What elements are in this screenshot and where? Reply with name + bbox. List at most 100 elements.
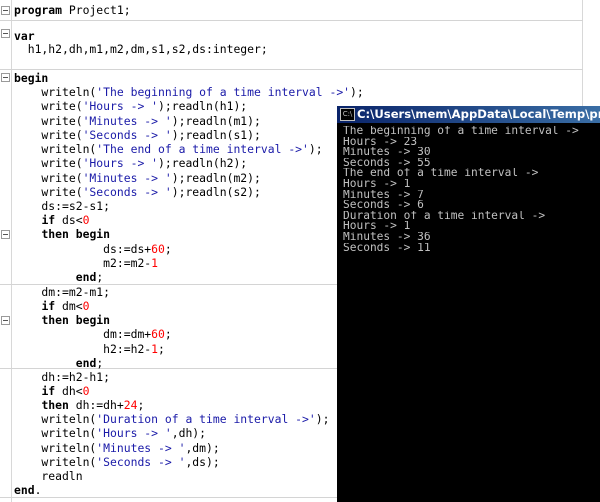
code-token: 60 [151,242,165,256]
code-token: h2:=h2- [14,342,152,356]
code-line: program Project1; [14,4,131,18]
code-token: 'The end of a time interval ->' [96,142,309,156]
code-token: ; [96,356,104,370]
code-line: write('Hours -> ');readln(h2); [14,157,247,171]
code-token: 'Hours -> ' [82,99,159,113]
block-separator [0,20,583,21]
code-token: ); [308,142,323,156]
code-line: then begin [14,314,110,328]
code-token: 0 [82,299,90,313]
console-output-line: The beginning of a time interval -> [343,126,579,137]
code-token: readln [14,469,83,483]
fold-toggle-icon[interactable] [1,230,10,239]
code-token: );readln(h1); [158,99,248,113]
code-token: ds:=s2-s1; [14,199,111,213]
code-line: writeln('The beginning of a time interva… [14,85,364,100]
code-line: writeln('The end of a time interval ->')… [14,142,323,157]
code-token: ,ds); [185,455,220,469]
code-token: write( [14,128,83,142]
code-token: dh:=h2-h1; [14,370,111,384]
code-token: ; [164,327,172,341]
code-line: begin [14,72,48,86]
fold-toggle-icon[interactable] [1,29,10,38]
code-token: writeln( [14,412,97,426]
code-token: );readln(s1); [171,128,261,142]
code-line: write('Minutes -> ');readln(m1); [14,114,261,129]
code-token: ; [164,242,172,256]
code-line: writeln('Seconds -> ',ds); [14,455,220,470]
code-token: );readln(m1); [171,114,261,128]
code-token: if [41,299,56,313]
code-line: write('Seconds -> ');readln(s2); [14,185,261,200]
fold-toggle-icon[interactable] [1,316,10,325]
code-token: dm< [55,299,83,313]
code-token: var [14,29,35,43]
code-token: ds:=ds+ [14,242,152,256]
block-separator [0,69,583,70]
code-token: write( [14,156,83,170]
code-line: write('Minutes -> ');readln(m2); [14,171,260,186]
code-token: write( [14,99,83,113]
console-output-line: Minutes -> 7 [343,189,424,201]
code-line: writeln('Duration of a time interval ->'… [14,413,329,427]
console-output-line: Seconds -> 11 [343,242,431,254]
code-line: if dh<0 [14,385,89,399]
code-token: writeln( [14,85,97,99]
code-token: 'Minutes -> ' [96,441,186,455]
code-token: dm:=dm+ [14,327,152,341]
code-token: writeln( [14,426,97,440]
code-token: 'Duration of a time interval ->' [96,412,316,426]
code-token: );readln(h2); [158,156,248,170]
console-output-line: The end of a time interval -> [343,168,539,180]
code-token: 'Hours -> ' [82,156,159,170]
code-token: then begin [41,227,111,241]
console-output-line: Hours -> 23 [343,136,418,148]
code-line: then dh:=dh+24; [14,399,144,413]
code-token: m2:=m2- [14,256,152,270]
code-token: 'Minutes -> ' [82,114,172,128]
code-token: program [14,3,69,17]
code-token: 'Minutes -> ' [82,171,172,185]
code-token: 1 [151,256,159,270]
console-output-line: Hours -> 1 [343,179,411,190]
console-app-icon: C:\ [340,108,355,121]
console-title-bar[interactable]: C:\ C:\Users\mem\AppData\Local\Temp\proj… [337,106,600,123]
code-token: writeln( [14,455,97,469]
code-line: if dm<0 [14,300,89,314]
code-token: end [14,483,35,497]
code-token: end [75,270,97,284]
code-token: dh< [55,384,83,398]
console-output-line: Minutes -> 36 [343,232,431,243]
console-output-line: Duration of a time interval -> [343,210,546,222]
code-token: if [41,384,56,398]
code-token: );readln(s2); [171,185,261,199]
code-token: h1,h2,dh,m1,m2,dm,s1,s2,ds:integer; [14,42,268,56]
code-token: 1 [151,342,159,356]
code-line: h1,h2,dh,m1,m2,dm,s1,s2,ds:integer; [14,43,268,57]
console-window[interactable]: C:\ C:\Users\mem\AppData\Local\Temp\proj… [337,106,600,502]
code-token: 'Seconds -> ' [96,455,186,469]
code-token: 'The beginning of a time interval ->' [96,85,351,99]
code-line: dm:=dm+60; [14,328,172,342]
code-line: m2:=m2-1 [14,257,158,271]
code-token: dm:=m2-m1; [14,285,111,299]
code-token: ; [158,342,165,356]
code-token: ,dm); [185,441,220,455]
code-token: ); [350,85,364,99]
code-token: then begin [41,313,111,327]
code-line: end; [14,271,103,285]
console-output-line: Seconds -> 6 [343,200,424,212]
console-output-line: Hours -> 1 [343,221,411,233]
code-line: then begin [14,228,110,242]
fold-toggle-icon[interactable] [1,6,10,15]
code-token: writeln( [14,142,97,156]
code-line: if ds<0 [14,214,89,228]
fold-toggle-icon[interactable] [1,73,10,82]
code-token: begin [14,71,49,85]
code-token: 'Hours -> ' [96,426,172,440]
code-token: 'Seconds -> ' [82,185,172,199]
